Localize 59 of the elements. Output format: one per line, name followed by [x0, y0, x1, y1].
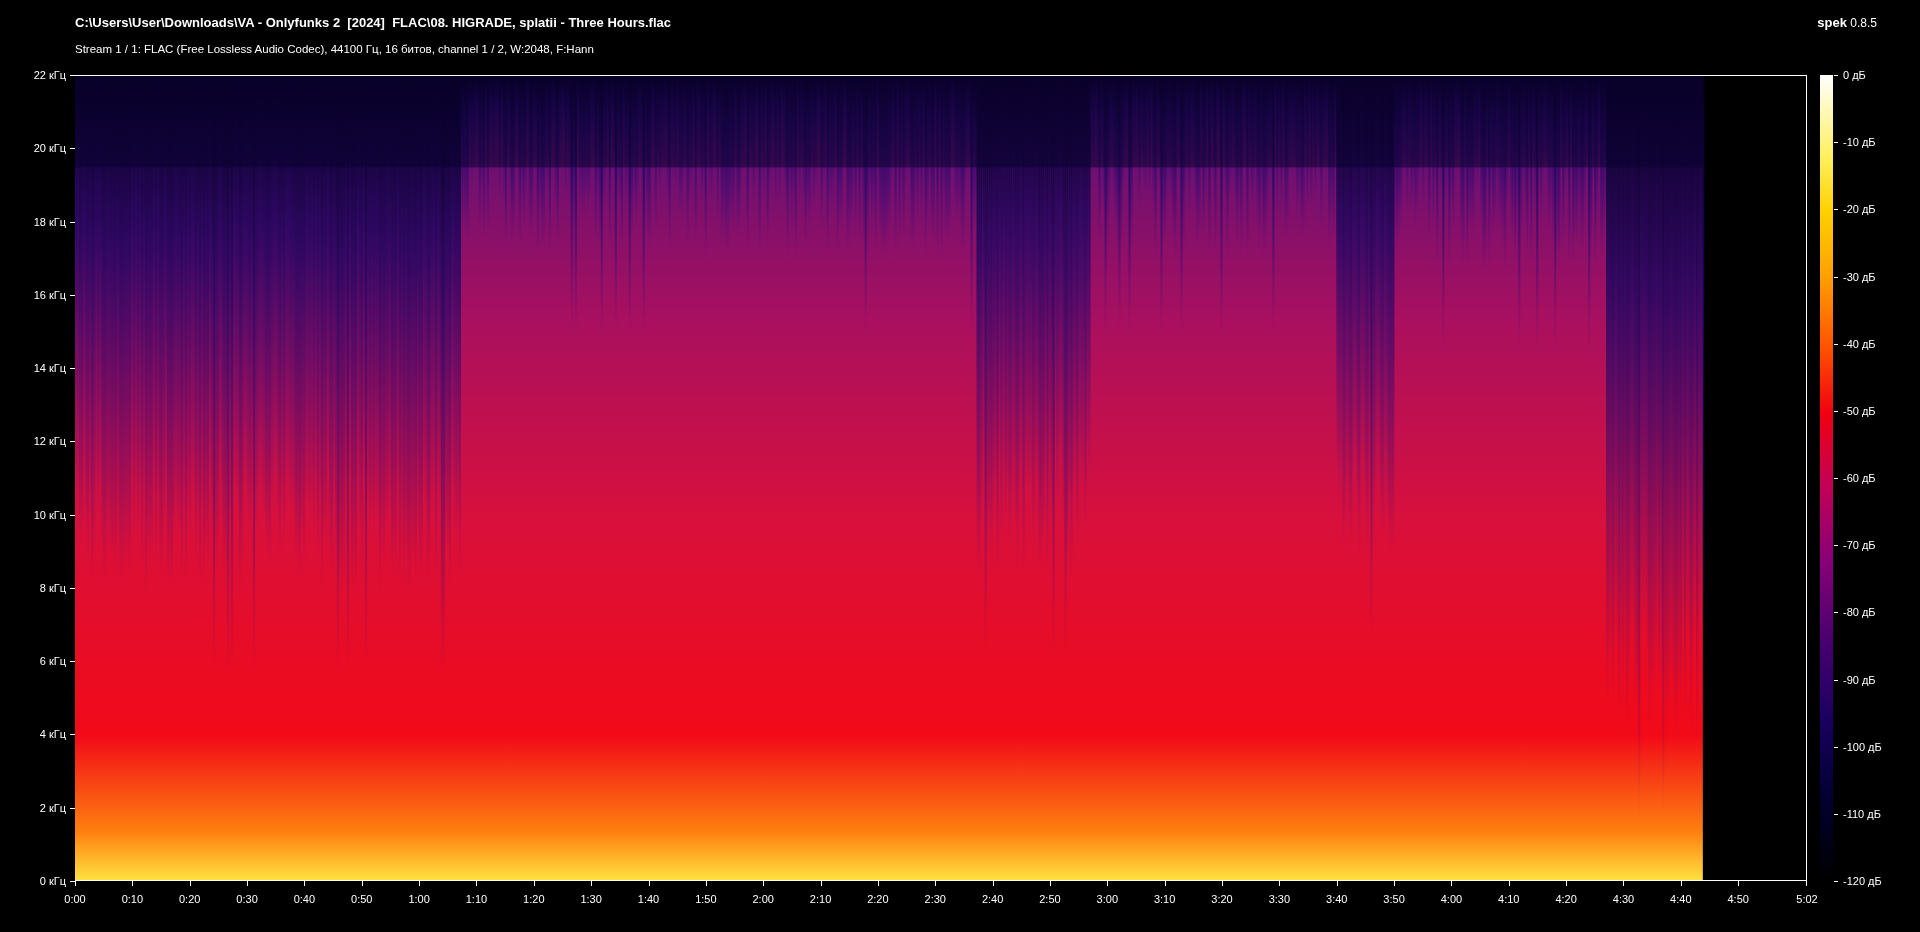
- level-tick-label: -30 дБ: [1843, 270, 1876, 283]
- level-tick-label: -10 дБ: [1843, 136, 1876, 149]
- frequency-tick-label: 6 кГц: [39, 655, 66, 668]
- frequency-tick-label: 18 кГц: [33, 215, 66, 228]
- frequency-tick-label: 0 кГц: [39, 875, 66, 887]
- time-tick-label: 1:50: [695, 893, 717, 905]
- time-tick-label: 4:50: [1727, 893, 1749, 905]
- time-tick-label: 4:00: [1440, 893, 1463, 905]
- time-tick-label: 0:50: [351, 893, 373, 905]
- time-tick-label: 1:10: [465, 893, 488, 905]
- time-tick-label: 2:10: [809, 893, 832, 905]
- level-tick-label: -20 дБ: [1843, 203, 1876, 216]
- frequency-tick-label: 2 кГц: [39, 801, 66, 814]
- frequency-tick-label: 8 кГц: [39, 581, 66, 594]
- frequency-tick-label: 4 кГц: [39, 728, 66, 741]
- time-tick-label: 3:00: [1096, 893, 1118, 905]
- level-tick-label: -110 дБ: [1843, 807, 1881, 820]
- time-tick-label: 0:20: [179, 893, 201, 905]
- level-tick-label: -100 дБ: [1843, 740, 1882, 753]
- level-tick-label: -50 дБ: [1843, 404, 1876, 417]
- level-tick-label: -90 дБ: [1843, 673, 1876, 686]
- time-tick-label: 3:40: [1326, 893, 1348, 905]
- app-version-label: spek 0.8.5: [1817, 15, 1877, 30]
- frequency-tick-label: 16 кГц: [33, 288, 66, 301]
- time-tick-label: 0:40: [293, 893, 316, 905]
- frequency-tick-label: 20 кГц: [33, 142, 66, 155]
- time-tick-label: 2:20: [867, 893, 889, 905]
- time-tick-label: 0:10: [121, 893, 144, 905]
- time-tick-label: 5:02: [1796, 893, 1818, 905]
- level-tick-label: -60 дБ: [1843, 472, 1876, 484]
- time-tick-label: 0:00: [64, 893, 86, 905]
- time-tick-label: 2:40: [981, 893, 1004, 905]
- frequency-tick-label: 22 кГц: [33, 69, 66, 81]
- time-tick-label: 4:40: [1670, 893, 1692, 905]
- time-tick-label: 4:30: [1612, 893, 1635, 905]
- time-tick-label: 2:50: [1039, 893, 1061, 905]
- file-path-title: C:\Users\User\Downloads\VA - Onlyfunks 2 [2024] FLAC\08. HIGRADE, splatii - Three Hours.flac: [75, 15, 671, 30]
- time-tick-label: 4:20: [1555, 893, 1577, 905]
- time-tick-label: 1:40: [637, 893, 660, 905]
- level-tick-label: -80 дБ: [1843, 606, 1876, 619]
- level-tick-label: -70 дБ: [1843, 539, 1876, 552]
- time-tick-label: 0:30: [236, 893, 258, 905]
- level-tick-label: -120 дБ: [1843, 875, 1882, 887]
- time-tick-label: 2:30: [924, 893, 946, 905]
- level-tick-label: 0 дБ: [1843, 69, 1866, 81]
- time-tick-label: 1:00: [408, 893, 430, 905]
- time-tick-label: 3:10: [1153, 893, 1176, 905]
- time-tick-label: 3:50: [1383, 893, 1405, 905]
- time-tick-label: 1:20: [523, 893, 545, 905]
- time-tick-label: 3:30: [1268, 893, 1291, 905]
- frequency-tick-label: 12 кГц: [33, 435, 66, 448]
- stream-info: Stream 1 / 1: FLAC (Free Lossless Audio Codec), 44100 Гц, 16 битов, channel 1 / 2, W:2048, F:Hann: [75, 43, 595, 55]
- time-tick-label: 2:00: [752, 893, 774, 905]
- time-tick-label: 3:20: [1211, 893, 1233, 905]
- time-tick-label: 4:10: [1498, 893, 1520, 905]
- level-tick-label: -40 дБ: [1843, 337, 1876, 350]
- frequency-tick-label: 10 кГц: [33, 508, 66, 521]
- frequency-tick-label: 14 кГц: [33, 362, 66, 375]
- time-tick-label: 1:30: [580, 893, 602, 905]
